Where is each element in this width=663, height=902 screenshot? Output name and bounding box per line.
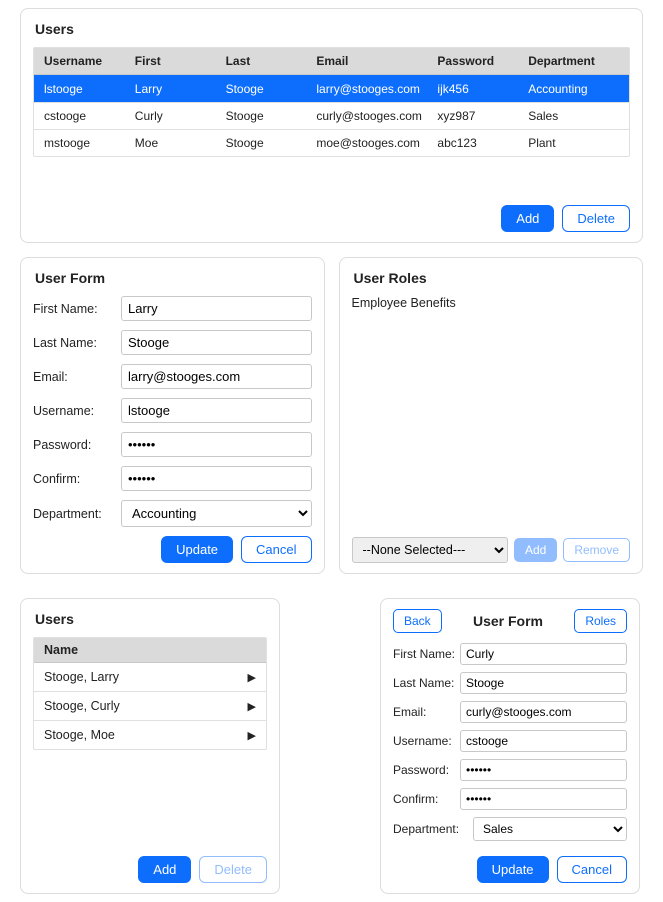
update-button[interactable]: Update (161, 536, 233, 563)
cell: Sales (528, 109, 619, 123)
list-item[interactable]: Stooge, Curly ▶ (34, 691, 266, 720)
mini-users-list: Name Stooge, Larry▶Stooge, Curly▶Stooge,… (33, 637, 267, 750)
table-row[interactable]: cstoogeCurlyStoogecurly@stooges.comxyz98… (34, 102, 629, 129)
list-item-label: Stooge, Moe (44, 728, 115, 742)
add-button[interactable]: Add (501, 205, 554, 232)
detail-form-panel: Back User Form Roles First Name: Last Na… (380, 598, 640, 894)
user-form-panel: User Form First Name: Last Name: Email: … (20, 257, 325, 574)
col-first[interactable]: First (135, 54, 226, 68)
username-input[interactable] (121, 398, 312, 423)
chevron-right-icon: ▶ (248, 671, 256, 684)
cell: larry@stooges.com (316, 82, 437, 96)
roles-button[interactable]: Roles (574, 609, 627, 633)
role-add-button[interactable]: Add (514, 538, 557, 562)
col-password[interactable]: Password (437, 54, 528, 68)
cell: xyz987 (437, 109, 528, 123)
users-grid-title: Users (35, 21, 630, 37)
roles-footer: --None Selected--- Add Remove (352, 537, 631, 563)
cell: abc123 (437, 136, 528, 150)
cell: Larry (135, 82, 226, 96)
list-item[interactable]: Stooge, Moe ▶ (34, 720, 266, 749)
cell: Accounting (528, 82, 619, 96)
role-remove-button[interactable]: Remove (563, 538, 630, 562)
first-name-label: First Name: (33, 302, 121, 316)
department-label: Department: (33, 507, 121, 521)
cell: Moe (135, 136, 226, 150)
detail-username-label: Username: (393, 734, 460, 748)
email-label: Email: (33, 370, 121, 384)
users-grid: Username First Last Email Password Depar… (33, 47, 630, 157)
password-input[interactable] (121, 432, 312, 457)
delete-button[interactable]: Delete (562, 205, 630, 232)
role-selector[interactable]: --None Selected--- (352, 537, 508, 563)
table-row[interactable]: lstoogeLarryStoogelarry@stooges.comijk45… (34, 75, 629, 102)
cell: mstooge (44, 136, 135, 150)
list-item-label: Stooge, Curly (44, 699, 120, 713)
cell: ijk456 (437, 82, 528, 96)
detail-form-title: User Form (473, 613, 543, 629)
cell: lstooge (44, 82, 135, 96)
role-item[interactable]: Employee Benefits (352, 296, 631, 310)
email-input[interactable] (121, 364, 312, 389)
chevron-right-icon: ▶ (248, 700, 256, 713)
detail-email-input[interactable] (460, 701, 627, 723)
user-form-title: User Form (35, 270, 312, 286)
grid-spacer (33, 157, 630, 197)
back-button[interactable]: Back (393, 609, 442, 633)
detail-confirm-label: Confirm: (393, 792, 460, 806)
mini-users-panel: Users Name Stooge, Larry▶Stooge, Curly▶S… (20, 598, 280, 894)
detail-first-name-label: First Name: (393, 647, 460, 661)
cancel-button[interactable]: Cancel (241, 536, 311, 563)
list-item-label: Stooge, Larry (44, 670, 119, 684)
detail-update-button[interactable]: Update (477, 856, 549, 883)
detail-email-label: Email: (393, 705, 460, 719)
mini-add-button[interactable]: Add (138, 856, 191, 883)
user-roles-panel: User Roles Employee Benefits --None Sele… (339, 257, 644, 574)
table-row[interactable]: mstoogeMoeStoogemoe@stooges.comabc123Pla… (34, 129, 629, 156)
detail-username-input[interactable] (460, 730, 627, 752)
detail-form-buttons: Update Cancel (393, 856, 627, 883)
mini-users-title: Users (35, 611, 267, 627)
last-name-input[interactable] (121, 330, 312, 355)
department-select[interactable]: Accounting (121, 500, 312, 527)
cell: Plant (528, 136, 619, 150)
user-form-buttons: Update Cancel (33, 536, 312, 563)
col-last[interactable]: Last (226, 54, 317, 68)
confirm-input[interactable] (121, 466, 312, 491)
detail-last-name-input[interactable] (460, 672, 627, 694)
detail-cancel-button[interactable]: Cancel (557, 856, 627, 883)
col-username[interactable]: Username (44, 54, 135, 68)
cell: Curly (135, 109, 226, 123)
detail-department-select[interactable]: Sales (473, 817, 627, 841)
first-name-input[interactable] (121, 296, 312, 321)
detail-confirm-input[interactable] (460, 788, 627, 810)
password-label: Password: (33, 438, 121, 452)
confirm-label: Confirm: (33, 472, 121, 486)
username-label: Username: (33, 404, 121, 418)
detail-password-label: Password: (393, 763, 460, 777)
chevron-right-icon: ▶ (248, 729, 256, 742)
cell: Stooge (226, 136, 317, 150)
last-name-label: Last Name: (33, 336, 121, 350)
mini-col-name[interactable]: Name (34, 638, 266, 663)
list-item[interactable]: Stooge, Larry ▶ (34, 663, 266, 691)
users-grid-buttons: Add Delete (33, 205, 630, 232)
col-email[interactable]: Email (316, 54, 437, 68)
cell: Stooge (226, 109, 317, 123)
cell: Stooge (226, 82, 317, 96)
cell: cstooge (44, 109, 135, 123)
roles-list: Employee Benefits (352, 296, 631, 432)
cell: moe@stooges.com (316, 136, 437, 150)
users-grid-header: Username First Last Email Password Depar… (34, 48, 629, 75)
detail-password-input[interactable] (460, 759, 627, 781)
detail-first-name-input[interactable] (460, 643, 627, 665)
detail-department-label: Department: (393, 822, 473, 836)
col-department[interactable]: Department (528, 54, 619, 68)
mini-delete-button[interactable]: Delete (199, 856, 267, 883)
cell: curly@stooges.com (316, 109, 437, 123)
users-grid-panel: Users Username First Last Email Password… (20, 8, 643, 243)
mini-users-buttons: Add Delete (33, 856, 267, 883)
user-roles-title: User Roles (354, 270, 631, 286)
detail-last-name-label: Last Name: (393, 676, 460, 690)
